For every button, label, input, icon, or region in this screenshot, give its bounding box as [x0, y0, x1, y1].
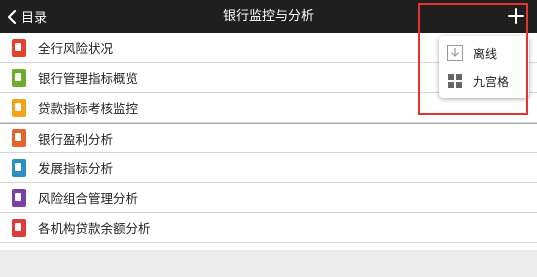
list-item-label: 银行盈利分析 — [38, 131, 114, 147]
document-icon — [12, 188, 26, 207]
popup-menu: 离线 九宫格 — [439, 36, 529, 98]
menu-item-grid[interactable]: 九宫格 — [439, 67, 529, 95]
document-icon — [12, 38, 26, 57]
menu-item-offline[interactable]: 离线 — [439, 39, 529, 67]
list-item-label: 全行风险状况 — [38, 41, 114, 56]
document-icon — [12, 68, 26, 87]
page-title: 银行监控与分析 — [222, 9, 314, 24]
menu-item-label: 离线 — [473, 46, 498, 61]
empty-area — [0, 250, 537, 277]
list-item-label: 风险组合管理分析 — [38, 191, 139, 206]
list-item-risk-portfolio[interactable]: 风险组合管理分析 — [0, 183, 537, 213]
list-item-label: 各机构贷款余额分析 — [38, 221, 151, 236]
list-item-label: 发展指标分析 — [38, 161, 114, 176]
grid-icon — [447, 73, 463, 89]
list-item-label: 贷款指标考核监控 — [38, 101, 139, 116]
list-item-loan-balance[interactable]: 各机构贷款余额分析 — [0, 213, 537, 243]
menu-item-label: 九宫格 — [473, 74, 510, 89]
plus-icon — [505, 5, 527, 27]
download-icon — [447, 45, 463, 61]
document-icon — [12, 98, 26, 117]
top-bar: 目录 银行监控与分析 — [0, 0, 537, 33]
add-button[interactable] — [505, 5, 527, 27]
list-item-label: 银行管理指标概览 — [38, 71, 139, 86]
list-item-profit-analysis[interactable]: 银行盈利分析 — [0, 123, 537, 153]
document-icon — [12, 129, 26, 147]
list-item-development-analysis[interactable]: 发展指标分析 — [0, 153, 537, 183]
document-icon — [12, 218, 26, 237]
document-icon — [12, 158, 26, 177]
